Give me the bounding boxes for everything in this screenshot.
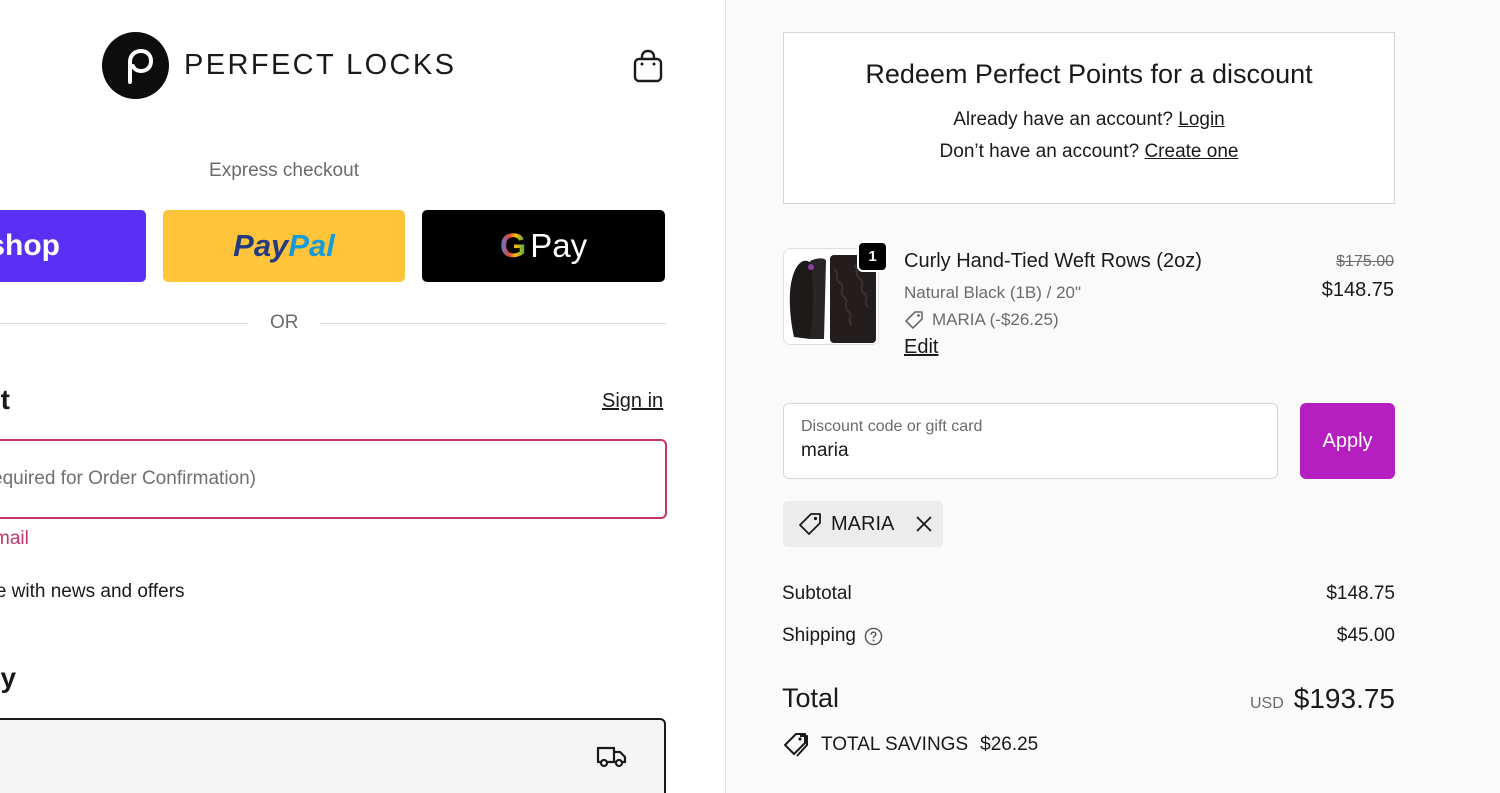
brand-name: PERFECT LOCKS [184,49,457,81]
help-icon[interactable] [864,627,883,646]
total-label: Total [782,683,840,713]
create-account-link[interactable]: Create one [1144,141,1238,162]
account-prompt-text: Already have an account? [953,109,1173,130]
original-price: $175.00 [1336,253,1394,270]
logo-p-icon [102,32,169,99]
no-account-prompt-text: Don’t have an account? [939,141,1140,162]
discount-input[interactable] [801,440,1260,462]
currency-code: USD [1250,695,1284,712]
total-value: $193.75 [1293,683,1395,714]
discount-code-field[interactable]: Discount code or gift card [783,403,1278,479]
shipping-label: Shipping [782,625,856,646]
tag-icon [905,311,923,329]
delivery-heading: ery [0,662,20,693]
express-checkout-label: Express checkout [209,160,359,181]
or-divider: OR [0,312,666,334]
redeem-points-box: Redeem Perfect Points for a discount Alr… [783,32,1395,204]
shipping-value: $45.00 [1336,625,1395,646]
total-savings: TOTAL SAVINGS $26.25 [783,732,1038,758]
savings-value: $26.25 [980,734,1039,755]
subtotal-row: Subtotal $148.75 [782,583,1395,605]
subtotal-label: Subtotal [782,583,852,604]
shipping-option-ship[interactable]: p [0,718,666,793]
product-discount-label: MARIA (-$26.25) [932,310,1059,329]
login-prompt: Already have an account? Login [784,104,1394,136]
or-label: OR [270,312,299,333]
shopping-bag-icon[interactable] [632,48,664,84]
shop-pay-label: shop [0,229,60,262]
paypal-label-pay: Pay [233,228,289,263]
savings-label: TOTAL SAVINGS [821,734,969,755]
google-pay-label: Pay [530,227,588,264]
shipping-row: Shipping $45.00 [782,625,1395,647]
edit-item-link[interactable]: Edit [904,336,938,359]
google-pay-button[interactable]: G Pay [422,210,665,282]
tag-icon [799,513,821,535]
total-row: Total USD $193.75 [782,683,1395,714]
redeem-title: Redeem Perfect Points for a discount [865,59,1313,89]
email-error-message: mail [0,528,29,549]
truck-icon [596,746,627,768]
product-discount: MARIA (-$26.25) [904,310,1059,330]
google-g-icon: G [499,226,527,265]
order-summary-panel: Redeem Perfect Points for a discount Alr… [725,0,1500,793]
discount-field-label: Discount code or gift card [801,418,983,435]
remove-code-icon[interactable] [914,514,934,534]
login-link[interactable]: Login [1178,109,1225,130]
subtotal-value: $148.75 [1326,583,1395,604]
create-account-prompt: Don’t have an account? Create one [784,136,1394,168]
contact-heading: ct [0,384,13,415]
apply-button[interactable]: Apply [1300,403,1395,479]
brand-logo[interactable]: PERFECT LOCKS [102,32,456,99]
shop-pay-button[interactable]: shop [0,210,146,282]
divider-line [0,323,248,324]
paypal-label-pal: Pal [288,228,335,263]
sign-in-link[interactable]: Sign in [602,390,663,413]
discounted-price: $148.75 [1321,279,1394,301]
email-input[interactable] [0,468,665,490]
applied-code-label: MARIA [831,512,895,535]
checkout-form-panel: PERFECT LOCKS Express checkout shop PayP… [0,0,725,793]
savings-tag-icon [784,733,808,757]
divider-line [320,323,666,324]
paypal-button[interactable]: Pay Pal [163,210,405,282]
applied-discount-chip: MARIA [783,501,943,547]
newsletter-checkbox-label[interactable]: me with news and offers [0,581,185,603]
email-field[interactable] [0,439,667,519]
product-variant: Natural Black (1B) / 20" [904,283,1082,302]
quantity-badge: 1 [857,241,888,272]
product-name: Curly Hand-Tied Weft Rows (2oz) [904,250,1202,272]
